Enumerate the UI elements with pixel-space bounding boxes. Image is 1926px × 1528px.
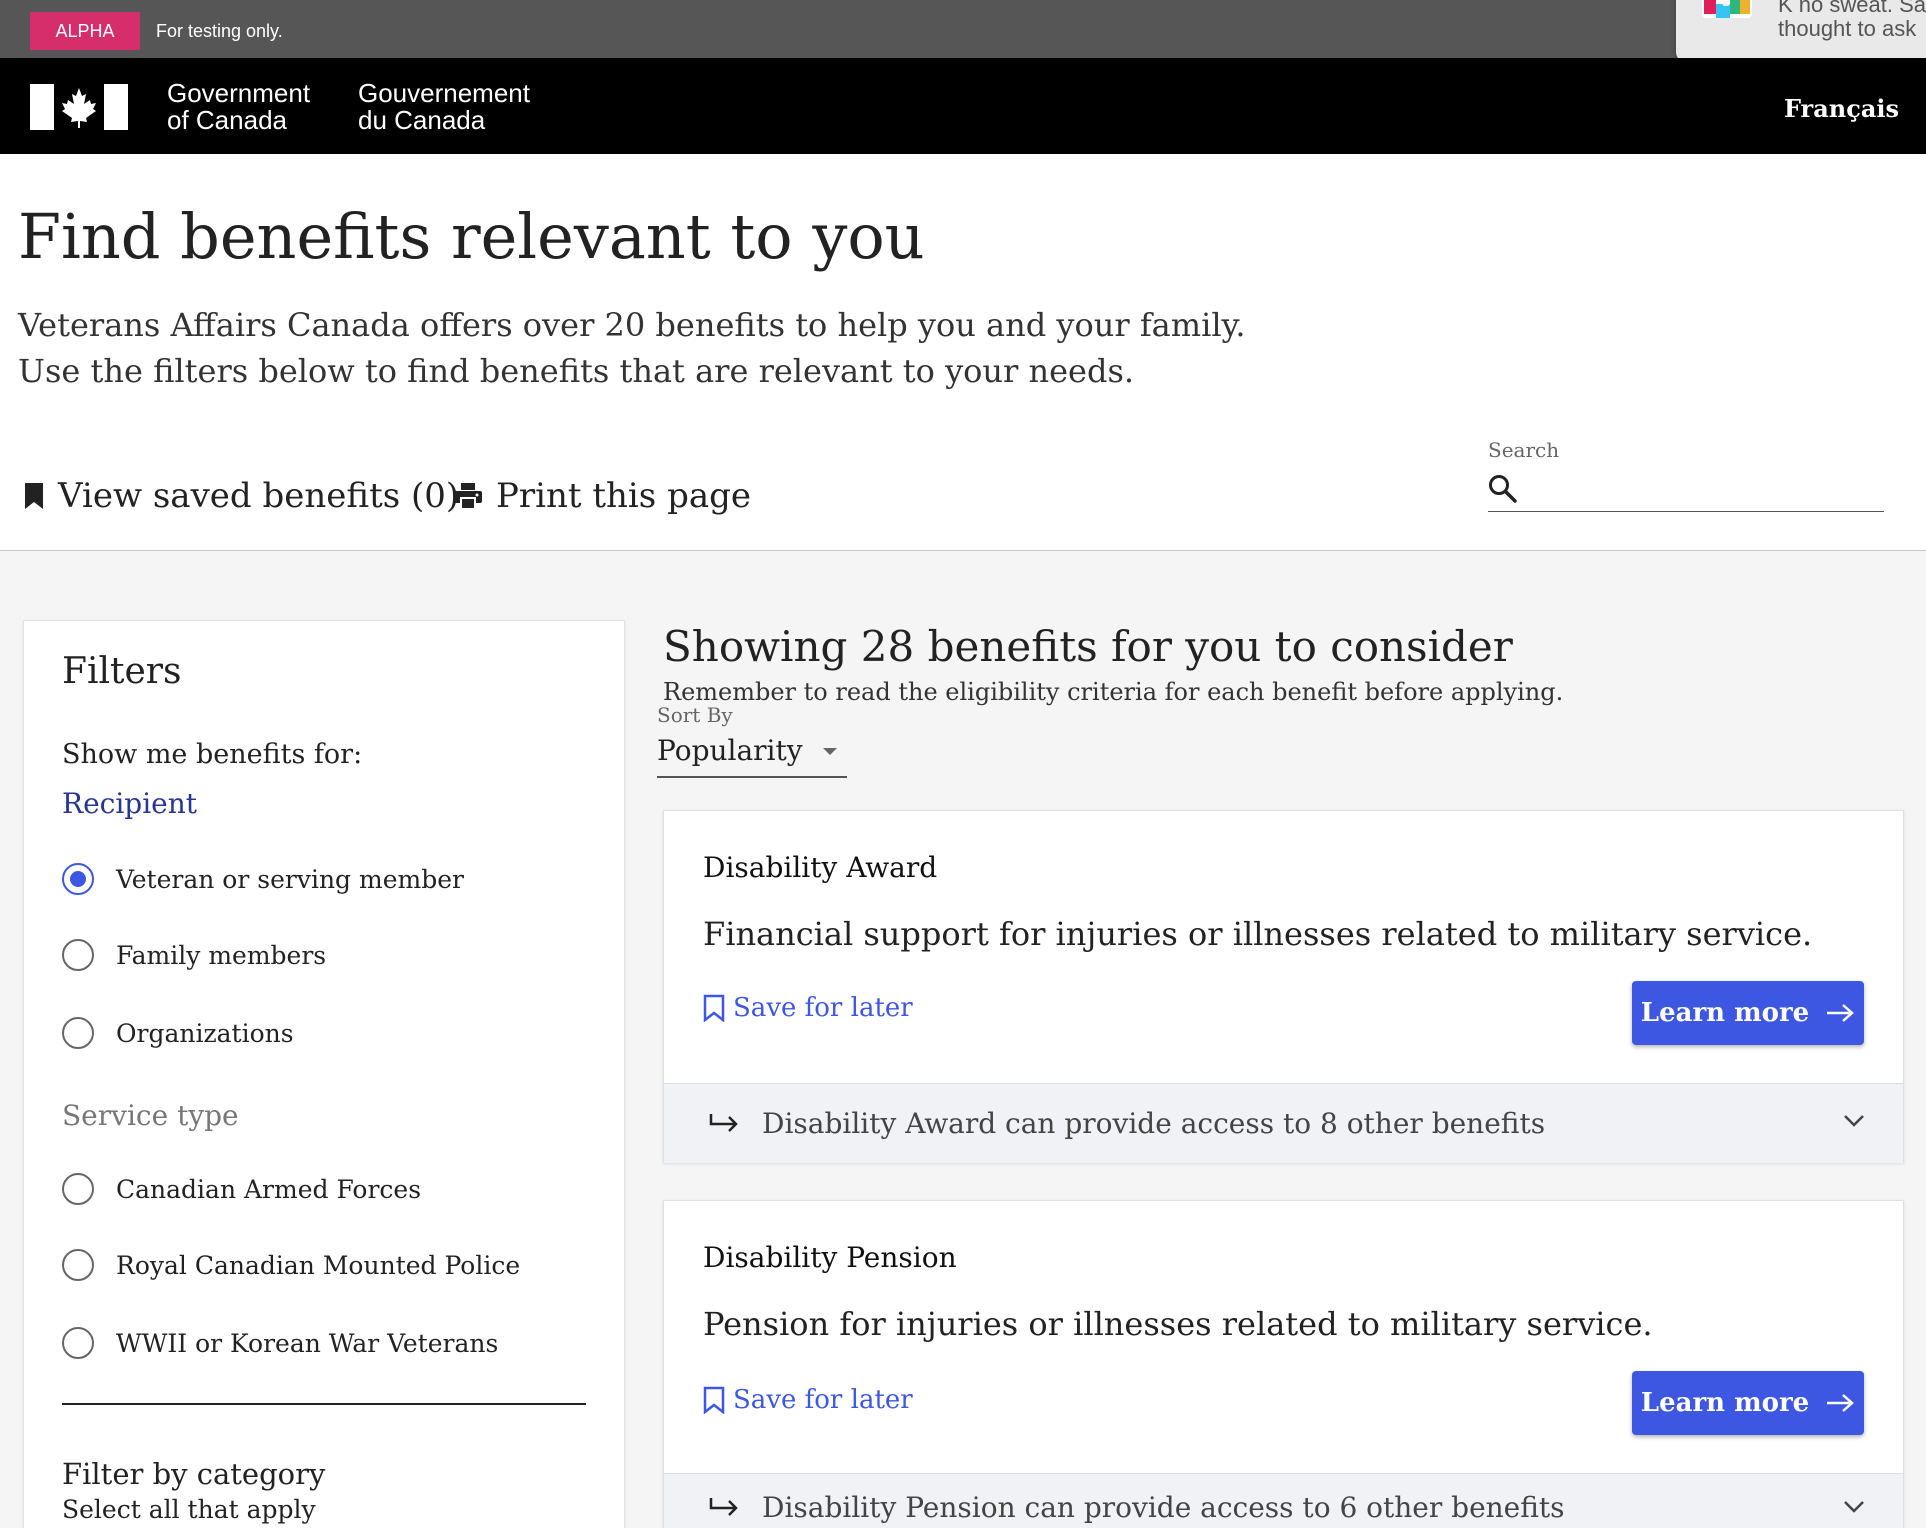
filters-title: Filters — [62, 651, 182, 692]
radio-label: Royal Canadian Mounted Police — [116, 1250, 521, 1280]
radio-wwii-korean-war[interactable]: WWII or Korean War Veterans — [62, 1323, 498, 1363]
learn-more-label: Learn more — [1640, 1388, 1810, 1418]
radio-veteran-or-serving-member[interactable]: Veteran or serving member — [62, 859, 464, 899]
chevron-down-icon — [1844, 1501, 1864, 1513]
alpha-text: For testing only. — [156, 21, 283, 41]
learn-more-button[interactable]: Learn more — [1632, 1371, 1864, 1435]
radio-button[interactable] — [62, 939, 94, 971]
related-benefits-text: Disability Award can provide access to 8… — [762, 1107, 1546, 1140]
learn-more-label: Learn more — [1640, 998, 1810, 1028]
chevron-down-icon — [1844, 1115, 1864, 1127]
arrow-right-icon — [1827, 1004, 1855, 1022]
sort-by-label: Sort By — [657, 703, 733, 727]
bookmark-outline-icon — [703, 994, 725, 1022]
benefit-card-description: Financial support for injuries or illnes… — [703, 915, 1813, 953]
filter-by-category-subtitle: Select all that apply — [62, 1495, 316, 1524]
results-heading: Showing 28 benefits for you to consider — [663, 622, 1513, 671]
alpha-banner: ALPHA For testing only. — [0, 0, 1926, 58]
radio-label: Canadian Armed Forces — [116, 1174, 422, 1204]
page-intro-section: Find benefits relevant to you Veterans A… — [0, 154, 1926, 551]
sort-selected-value: Popularity — [657, 734, 803, 767]
canada-flag-icon — [30, 84, 128, 130]
save-for-later-label: Save for later — [733, 1385, 913, 1415]
benefit-card-description: Pension for injuries or illnesses relate… — [703, 1305, 1653, 1343]
radio-button[interactable] — [62, 1249, 94, 1281]
filters-subtitle: Show me benefits for: — [62, 739, 363, 770]
filters-divider — [62, 1403, 586, 1405]
save-for-later-label: Save for later — [733, 993, 913, 1023]
notification-toast[interactable]: S K no sweat. Sa thought to ask — [1676, 0, 1926, 62]
related-benefits-expander[interactable]: Disability Award can provide access to 8… — [664, 1083, 1903, 1163]
gov-name-fr-line2: du Canada — [358, 105, 486, 135]
government-header: Government of Canada Gouvernement du Can… — [0, 58, 1926, 154]
save-for-later-link[interactable]: Save for later — [703, 993, 913, 1023]
view-saved-label: View saved benefits (0) — [58, 476, 460, 516]
related-benefits-expander[interactable]: Disability Pension can provide access to… — [664, 1473, 1903, 1528]
search-input[interactable] — [1532, 470, 1872, 506]
radio-button[interactable] — [62, 1327, 94, 1359]
gov-name-french: Gouvernement du Canada — [358, 80, 530, 134]
radio-label: Organizations — [116, 1018, 294, 1048]
radio-label: Family members — [116, 940, 327, 970]
return-arrow-icon — [709, 1497, 738, 1516]
benefit-card-title: Disability Award — [703, 851, 938, 884]
notification-line-2: thought to ask — [1778, 16, 1917, 41]
benefit-card: Disability Pension Pension for injuries … — [663, 1200, 1904, 1528]
search-field[interactable] — [1488, 464, 1884, 512]
learn-more-button[interactable]: Learn more — [1632, 981, 1864, 1045]
language-toggle-link[interactable]: Français — [1784, 94, 1899, 123]
radio-organizations[interactable]: Organizations — [62, 1013, 294, 1053]
arrow-right-icon — [1827, 1394, 1855, 1412]
related-benefits-text: Disability Pension can provide access to… — [762, 1491, 1565, 1524]
intro-line-1: Veterans Affairs Canada offers over 20 b… — [18, 306, 1246, 344]
radio-button[interactable] — [62, 1017, 94, 1049]
recipient-label: Recipient — [62, 787, 198, 820]
filter-by-category-title: Filter by category — [62, 1457, 326, 1491]
sort-by-select[interactable]: Popularity — [657, 726, 847, 778]
gov-name-en-line2: of Canada — [167, 105, 287, 135]
slack-icon: S — [1702, 0, 1752, 18]
bookmark-outline-icon — [703, 1386, 725, 1414]
radio-label: Veteran or serving member — [116, 864, 464, 894]
radio-label: WWII or Korean War Veterans — [116, 1328, 499, 1358]
gov-name-fr-line1: Gouvernement — [358, 78, 530, 108]
alpha-badge: ALPHA — [30, 12, 140, 50]
results-subheading: Remember to read the eligibility criteri… — [663, 678, 1564, 706]
gov-name-en-line1: Government — [167, 78, 311, 108]
filters-panel: Filters Show me benefits for: Recipient … — [23, 620, 625, 1528]
bookmark-icon — [25, 483, 43, 509]
radio-button-checked[interactable] — [62, 863, 94, 895]
radio-family-members[interactable]: Family members — [62, 935, 326, 975]
view-saved-benefits-link[interactable]: View saved benefits (0) — [24, 476, 459, 516]
radio-button[interactable] — [62, 1173, 94, 1205]
benefit-card-title: Disability Pension — [703, 1241, 957, 1274]
page-title: Find benefits relevant to you — [18, 200, 925, 273]
return-arrow-icon — [709, 1113, 738, 1132]
printer-icon — [454, 483, 482, 509]
radio-rcmp[interactable]: Royal Canadian Mounted Police — [62, 1245, 520, 1285]
print-page-link[interactable]: Print this page — [454, 476, 751, 516]
dropdown-caret-icon — [823, 748, 837, 755]
search-label: Search — [1488, 438, 1560, 462]
print-label: Print this page — [496, 476, 751, 516]
search-icon — [1489, 475, 1517, 503]
gov-name-english: Government of Canada — [167, 80, 310, 134]
svg-text:S: S — [1722, 0, 1731, 9]
service-type-label: Service type — [62, 1099, 239, 1132]
save-for-later-link[interactable]: Save for later — [703, 1385, 913, 1415]
benefit-card: Disability Award Financial support for i… — [663, 810, 1904, 1163]
intro-line-2: Use the filters below to find benefits t… — [18, 352, 1135, 390]
radio-canadian-armed-forces[interactable]: Canadian Armed Forces — [62, 1169, 421, 1209]
